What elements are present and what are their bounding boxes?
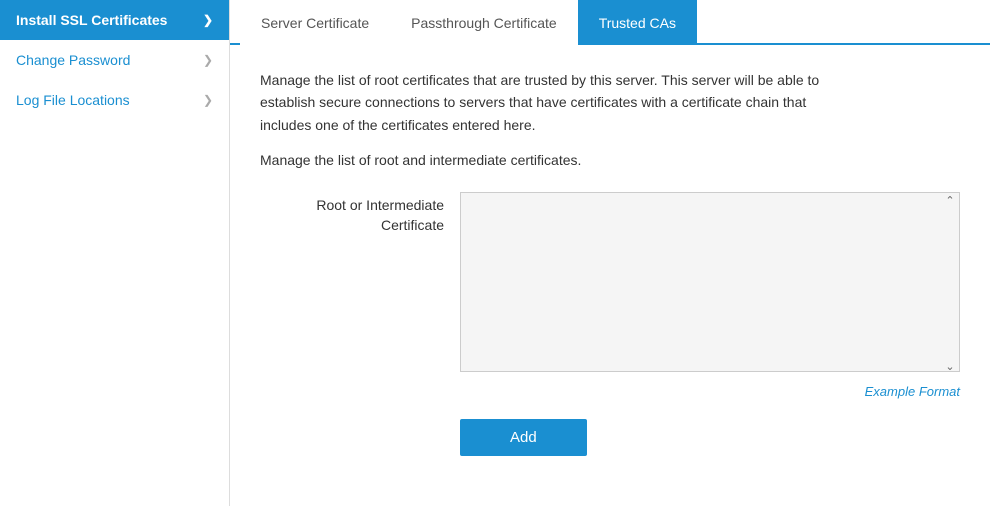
chevron-right-icon: ❯ (203, 13, 213, 27)
sidebar-item-label: Install SSL Certificates (16, 12, 167, 28)
description-text: Manage the list of root certificates tha… (260, 69, 820, 136)
tab-bar: Server Certificate Passthrough Certifica… (230, 0, 990, 45)
add-button-row: Add (460, 419, 960, 456)
example-format-row: Example Format (460, 383, 960, 399)
scroll-down-arrow[interactable]: ⌄ (945, 360, 954, 373)
scroll-up-arrow[interactable]: ⌃ (945, 194, 954, 207)
certificate-textarea[interactable] (460, 192, 960, 372)
add-button[interactable]: Add (460, 419, 587, 456)
main-content: Server Certificate Passthrough Certifica… (230, 0, 990, 506)
sidebar-item-label: Change Password (16, 52, 130, 68)
sidebar-item-change-password[interactable]: Change Password ❯ (0, 40, 229, 80)
sidebar: Install SSL Certificates ❯ Change Passwo… (0, 0, 230, 506)
tab-passthrough-certificate[interactable]: Passthrough Certificate (390, 0, 578, 45)
scrollbar: ⌃ ⌄ (942, 194, 958, 373)
sidebar-item-label: Log File Locations (16, 92, 130, 108)
field-label: Root or Intermediate Certificate (260, 192, 460, 235)
description2-text: Manage the list of root and intermediate… (260, 152, 960, 168)
chevron-right-icon: ❯ (203, 93, 213, 107)
sidebar-item-install-ssl[interactable]: Install SSL Certificates ❯ (0, 0, 229, 40)
sidebar-item-log-file-locations[interactable]: Log File Locations ❯ (0, 80, 229, 120)
tab-trusted-cas[interactable]: Trusted CAs (578, 0, 697, 45)
certificate-form-row: Root or Intermediate Certificate ⌃ ⌄ (260, 192, 960, 375)
tab-server-certificate[interactable]: Server Certificate (240, 0, 390, 45)
content-area: Manage the list of root certificates tha… (230, 45, 990, 506)
textarea-wrapper: ⌃ ⌄ (460, 192, 960, 375)
example-format-link[interactable]: Example Format (865, 384, 960, 399)
chevron-right-icon: ❯ (203, 53, 213, 67)
